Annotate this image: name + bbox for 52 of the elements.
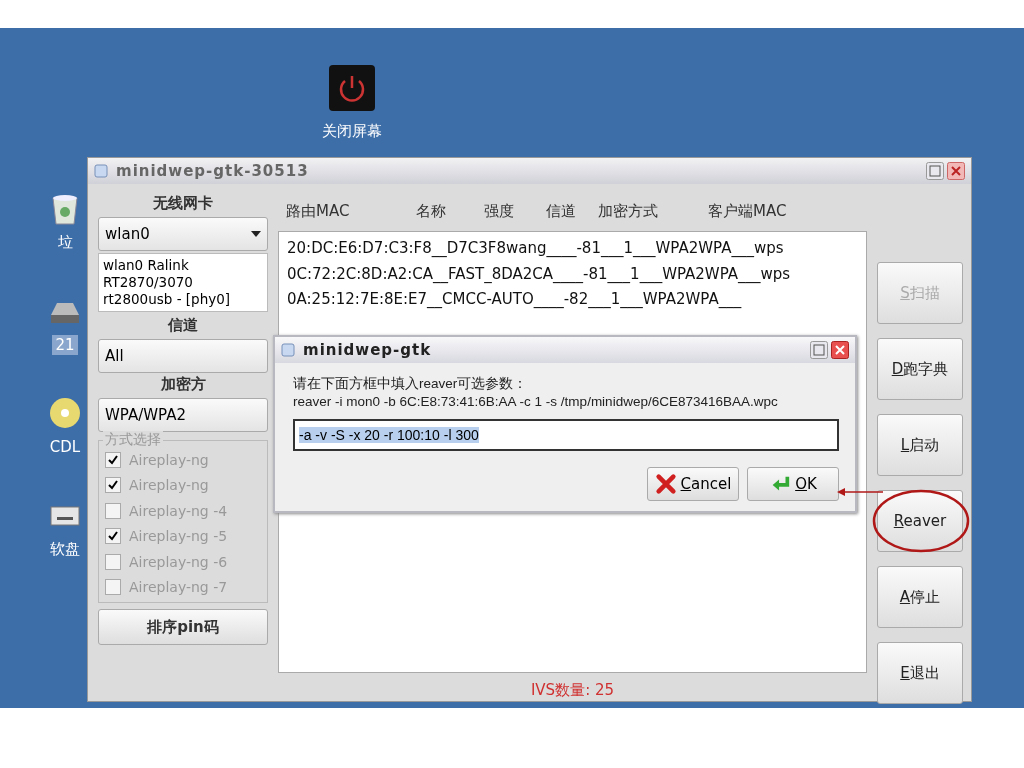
column-header: 加密方式 (598, 202, 659, 221)
close-button[interactable] (947, 162, 965, 180)
action-button[interactable]: A停止 (877, 566, 963, 628)
power-icon[interactable] (328, 64, 376, 112)
section-label: 无线网卡 (153, 194, 213, 213)
action-button[interactable]: Reaver (877, 490, 963, 552)
sort-pin-button[interactable]: 排序pin码 (98, 609, 268, 645)
cross-icon (654, 473, 677, 495)
channel-dropdown[interactable]: All (98, 339, 268, 373)
desktop-icon-label: 软盘 (49, 539, 81, 560)
dropdown-arrow-icon (251, 231, 261, 237)
dialog-title: minidwep-gtk (303, 341, 432, 359)
column-header: 强度 (484, 202, 515, 221)
close-button[interactable] (831, 341, 849, 359)
ivs-count: IVS数量: 25 (529, 680, 616, 701)
encryption-dropdown[interactable]: WPA/WPA2 (98, 398, 268, 432)
window-icon (281, 343, 295, 357)
window-icon (94, 164, 108, 178)
action-button[interactable]: E退出 (877, 642, 963, 704)
maximize-button[interactable] (926, 162, 944, 180)
section-label: 加密方 (160, 375, 206, 394)
column-header: 客户端MAC (708, 202, 788, 221)
checkbox-label: Aireplay-ng -6 (129, 553, 228, 570)
column-header: 信道 (546, 202, 577, 221)
action-button[interactable]: D跑字典 (877, 338, 963, 400)
checkbox-label: Aireplay-ng (129, 477, 209, 494)
desktop-icon-label: CDL (48, 437, 82, 457)
cancel-button[interactable]: Cancel (647, 467, 739, 501)
column-header: 名称 (416, 202, 447, 221)
command-text: reaver -i mon0 -b 6C:E8:73:41:6B:AA -c 1 -s /tmp/minidwep/6CE873416BAA.wpc (293, 393, 779, 411)
adapter-dropdown[interactable]: wlan0 (98, 217, 268, 251)
network-row[interactable]: 0C:72:2C:8D:A2:CA__FAST_8DA2CA____-81___1___WPA2WPA___wps (279, 261, 866, 287)
window-title: minidwep-gtk-30513 (116, 162, 309, 180)
ok-button[interactable]: OK (747, 467, 839, 501)
checkbox-label: Aireplay-ng (129, 451, 209, 468)
action-button[interactable]: L启动 (877, 414, 963, 476)
annotation-arrow (837, 487, 883, 497)
column-header: 路由MAC (286, 202, 351, 221)
adapter-info: wlan0 Ralink RT2870/3070 rt2800usb - [phy0] (98, 253, 268, 312)
network-row[interactable]: 20:DC:E6:D7:C3:F8__D7C3F8wang____-81___1___WPA2WPA___wps (279, 236, 866, 262)
section-label: 信道 (168, 316, 198, 335)
parameters-input[interactable]: -a -v -S -x 20 -r 100:10 -l 300 (293, 419, 839, 451)
desktop-icon-label: 关闭屏幕 (322, 122, 382, 141)
desktop-icon-label: 垃 (56, 232, 74, 253)
network-row[interactable]: 0A:25:12:7E:8E:E7__CMCC-AUTO____-82___1___WPA2WPA___ (279, 287, 866, 313)
checkbox-label: Aireplay-ng -4 (129, 502, 228, 519)
desktop-icon-label: 21 (52, 335, 78, 355)
checkbox-label: Aireplay-ng -5 (129, 528, 228, 545)
input-value: -a -v -S -x 20 -r 100:10 -l 300 (299, 427, 479, 443)
group-label: 方式选择 (103, 431, 163, 449)
dialog-prompt: 请在下面方框中填入reaver可选参数： (293, 375, 529, 393)
checkbox-label: Aireplay-ng -7 (129, 579, 228, 596)
